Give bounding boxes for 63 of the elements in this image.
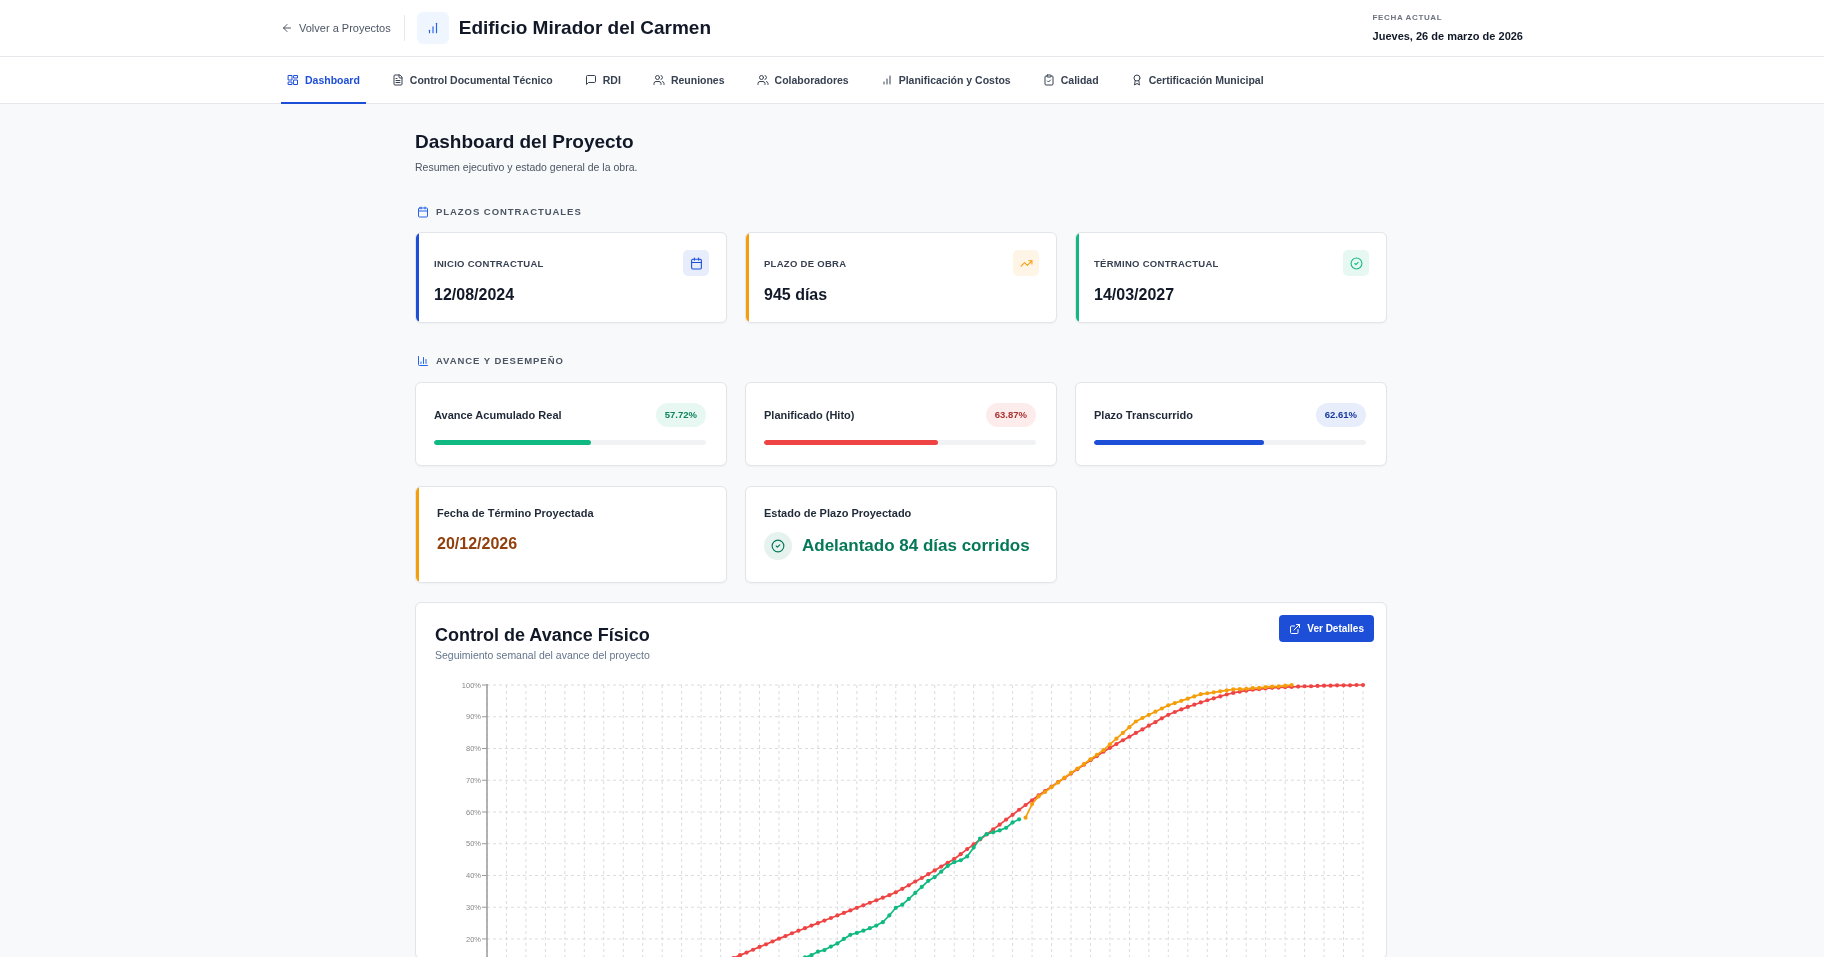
nav-tab[interactable]: Control Documental Técnico (385, 57, 559, 104)
term-label: INICIO CONTRACTUAL (434, 257, 544, 269)
arrow-left-icon (281, 22, 293, 34)
chart-subtitle: Seguimiento semanal del avance del proyecto (435, 648, 650, 662)
percent-badge: 57.72% (655, 403, 706, 427)
metric-label: Avance Acumulado Real (434, 409, 562, 421)
date-label: FECHA ACTUAL (1372, 13, 1444, 23)
nav-tab[interactable]: Calidad (1036, 57, 1105, 104)
tick-mark (481, 874, 488, 876)
nav-tab[interactable]: Planificación y Costos (874, 57, 1017, 104)
nav-tab[interactable]: Colaboradores (750, 57, 855, 104)
page-title: Dashboard del Proyecto (415, 130, 635, 154)
tick-mark (481, 843, 488, 845)
details-button[interactable]: Ver Detalles (1279, 615, 1374, 642)
data-point (965, 854, 970, 859)
medal-icon (1130, 73, 1143, 86)
current-date: Jueves, 26 de marzo de 2026 (1372, 29, 1523, 43)
term-value: 14/03/2027 (1094, 285, 1176, 305)
status-text: Adelantado 84 días corridos (802, 535, 1030, 557)
nav-tab[interactable]: Reuniones (646, 57, 731, 104)
bar-chart-icon (416, 12, 449, 44)
page-subtitle: Resumen ejecutivo y estado general de la obra. (415, 160, 639, 174)
status-label: Estado de Plazo Proyectado (764, 506, 913, 520)
tick-mark (481, 716, 488, 718)
calendar-icon (417, 206, 429, 218)
nav-tab[interactable]: RDI (578, 57, 627, 104)
people-icon (652, 73, 665, 86)
metric-label: Planificado (Hito) (764, 409, 855, 421)
trend-up-icon (1013, 250, 1039, 276)
tick-mark (481, 938, 488, 940)
back-link[interactable]: Volver a Proyectos (281, 20, 391, 36)
percent-badge: 62.61% (1315, 403, 1366, 427)
projection-label: Fecha de Término Proyectada (437, 506, 595, 520)
term-label: TÉRMINO CONTRACTUAL (1094, 257, 1219, 269)
data-point (893, 905, 898, 910)
term-value: 945 días (764, 285, 829, 305)
project-title: Edificio Mirador del Carmen (458, 16, 712, 40)
tick-mark (481, 811, 488, 813)
grid-icon (287, 73, 299, 86)
term-value: 12/08/2024 (434, 285, 516, 305)
tick-mark (481, 748, 488, 749)
check-circle-icon (764, 532, 792, 560)
tick-mark (481, 779, 488, 781)
calendar-icon (683, 250, 709, 276)
section-heading: PLAZOS CONTRACTUALES (436, 205, 582, 219)
people-icon (756, 73, 769, 86)
document-icon (391, 73, 404, 86)
metric-label: Plazo Transcurrido (1094, 409, 1194, 421)
nav-tab[interactable]: Certificación Municipal (1124, 57, 1270, 104)
external-link-icon (1289, 622, 1302, 635)
chart-title: Control de Avance Físico (435, 624, 650, 647)
nav-tab[interactable]: Dashboard (281, 57, 366, 104)
term-label: PLAZO DE OBRA (764, 257, 847, 269)
section-heading: AVANCE Y DESEMPEÑO (436, 354, 564, 368)
bar-chart-icon (417, 355, 429, 367)
tick-mark (481, 906, 488, 908)
bar-chart-icon (880, 73, 893, 86)
percent-badge: 63.87% (985, 403, 1036, 427)
data-point (887, 913, 892, 918)
tick-mark (481, 684, 488, 686)
speech-bubble-icon (584, 73, 597, 86)
projected-date: 20/12/2026 (437, 534, 519, 554)
clipboard-check-icon (1042, 73, 1055, 86)
